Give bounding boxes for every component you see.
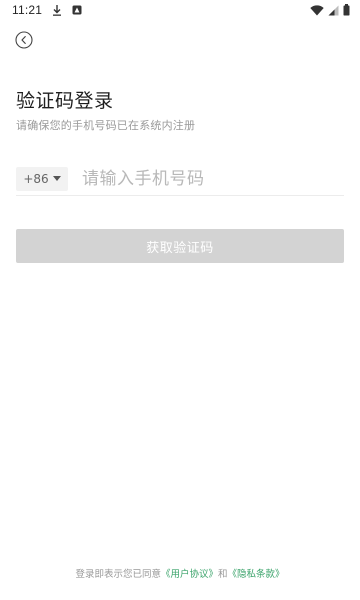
country-code-selector[interactable]: +86	[16, 166, 68, 191]
back-button[interactable]	[14, 31, 34, 53]
battery-icon	[343, 4, 350, 16]
agreement-footer: 登录即表示您已同意《用户协议》和《隐私条款》	[0, 566, 360, 580]
privacy-policy-link[interactable]: 《隐私条款》	[228, 569, 285, 580]
status-left: 11:21	[12, 3, 82, 17]
phone-input-row: +86	[16, 164, 344, 196]
status-right	[310, 4, 350, 16]
wifi-icon	[310, 4, 324, 16]
agreement-prefix: 登录即表示您已同意	[75, 569, 161, 580]
status-time: 11:21	[12, 3, 43, 17]
country-code-label: +86	[23, 171, 49, 186]
caret-down-icon	[52, 176, 61, 181]
status-bar: 11:21	[0, 0, 360, 20]
agreement-conjunction: 和	[218, 569, 228, 580]
image-notification-icon	[72, 5, 82, 15]
phone-number-input[interactable]	[82, 164, 344, 193]
signal-icon	[328, 5, 339, 16]
login-screen: 11:21 验证码登录 请确保您的手机号码已在系统内注册 +86 请输入手机号码…	[0, 0, 360, 600]
user-agreement-link[interactable]: 《用户协议》	[161, 569, 218, 580]
get-verification-code-button[interactable]: 获取验证码	[16, 229, 344, 263]
chevron-left-circle-icon	[15, 31, 33, 53]
page-title: 验证码登录	[16, 90, 114, 112]
download-icon	[52, 4, 62, 16]
page-subtitle: 请确保您的手机号码已在系统内注册	[16, 119, 196, 132]
